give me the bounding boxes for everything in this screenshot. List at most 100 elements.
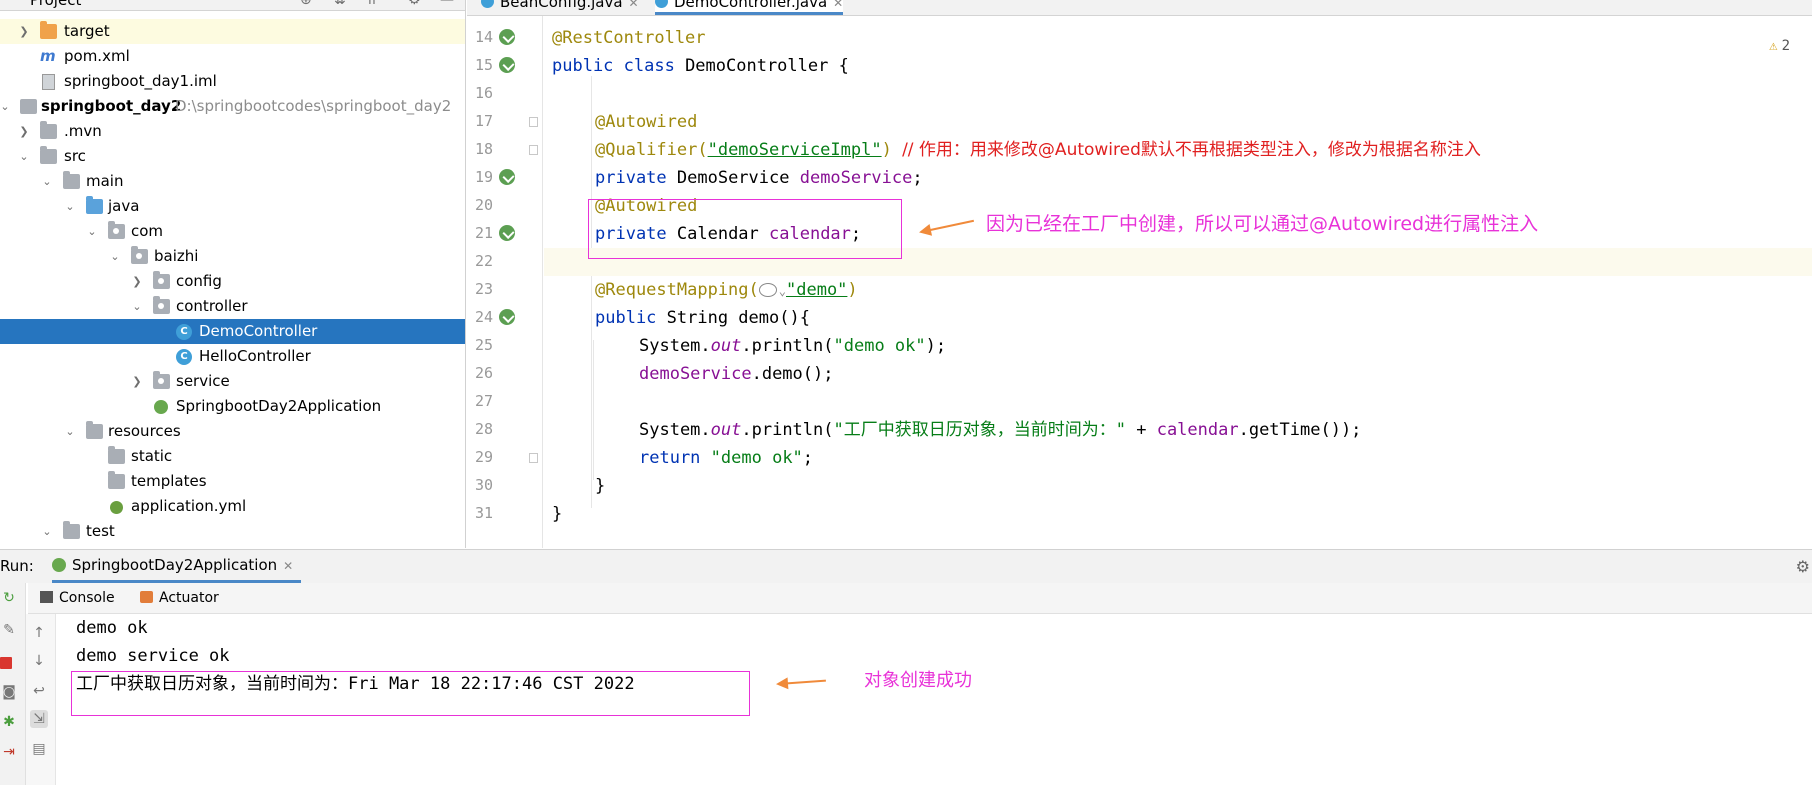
chevron-down-icon[interactable]: ⌄	[85, 219, 99, 244]
locate-icon[interactable]: ⊕	[300, 0, 312, 8]
warning-count[interactable]: 2	[1769, 38, 1790, 54]
tree-item-baizhi[interactable]: ⌄ baizhi	[0, 244, 465, 269]
tree-item-demo-controller[interactable]: C DemoController	[0, 319, 465, 344]
chevron-down-icon[interactable]: ⌄	[40, 519, 54, 544]
tree-item-label: target	[64, 22, 110, 40]
code-text: ;	[802, 448, 814, 468]
tree-item-config[interactable]: ❯ config	[0, 269, 465, 294]
tree-item-label: main	[86, 172, 124, 190]
annotation: @Autowired	[595, 112, 698, 132]
tree-item-iml[interactable]: springboot_day1.iml	[0, 69, 465, 94]
exit-icon[interactable]: ⇥	[0, 743, 18, 761]
tree-item-controller[interactable]: ⌄ controller	[0, 294, 465, 319]
tree-item-pom[interactable]: m pom.xml	[0, 44, 465, 69]
fold-marker-icon[interactable]	[529, 117, 538, 127]
spring-bean-gutter-icon[interactable]	[499, 309, 515, 325]
package-icon	[153, 296, 170, 314]
chevron-down-icon[interactable]: ⌄	[779, 284, 786, 298]
line-number: 24	[474, 308, 493, 326]
tree-item-mvn[interactable]: ❯ .mvn	[0, 119, 465, 144]
rerun-icon[interactable]: ↻	[0, 589, 18, 607]
close-icon[interactable]: ✕	[283, 559, 293, 573]
tab-democontroller[interactable]: DemoController.java ✕	[655, 0, 844, 15]
editor-tab-bar: BeanConfig.java ✕ DemoController.java ✕	[467, 0, 1812, 16]
tree-item-resources[interactable]: ⌄ resources	[0, 419, 465, 444]
fold-marker-icon[interactable]	[529, 145, 538, 155]
tree-item-main[interactable]: ⌄ main	[0, 169, 465, 194]
tree-item-com[interactable]: ⌄ com	[0, 219, 465, 244]
spring-bean-gutter-icon[interactable]	[499, 57, 515, 73]
chevron-right-icon[interactable]: ❯	[130, 269, 144, 294]
tab-console[interactable]: Console	[40, 588, 115, 608]
tree-item-templates[interactable]: templates	[0, 469, 465, 494]
tab-actuator[interactable]: Actuator	[140, 588, 219, 608]
tree-item-service[interactable]: ❯ service	[0, 369, 465, 394]
tree-item-static[interactable]: static	[0, 444, 465, 469]
debug-icon[interactable]: ✱	[0, 713, 18, 731]
annotation: @Qualifier(	[595, 140, 708, 160]
globe-icon[interactable]	[758, 283, 777, 297]
tree-item-java[interactable]: ⌄ java	[0, 194, 465, 219]
chevron-down-icon[interactable]: ⌄	[108, 244, 122, 269]
folder-icon	[63, 171, 80, 189]
tree-item-target[interactable]: ❯ target	[0, 19, 465, 44]
package-icon	[131, 246, 148, 264]
close-icon[interactable]: ✕	[629, 0, 639, 10]
chevron-down-icon[interactable]: ⌄	[17, 144, 31, 169]
tree-item-label: config	[176, 272, 222, 290]
tab-beanconfig[interactable]: BeanConfig.java ✕	[481, 0, 639, 15]
tree-item-hello-controller[interactable]: C HelloController	[0, 344, 465, 369]
hide-icon[interactable]: —	[440, 0, 454, 8]
keyword: public	[595, 308, 657, 328]
code-editor[interactable]: @RestController public class DemoControl…	[544, 16, 1812, 548]
spring-bean-gutter-icon[interactable]	[499, 225, 515, 241]
tree-item-test[interactable]: ⌄ test	[0, 519, 465, 544]
chevron-down-icon[interactable]: ⌄	[0, 94, 12, 119]
tab-label: Console	[59, 590, 115, 606]
project-header: Project ⊕ ⇊ ⇈ ⚙ —	[0, 0, 465, 11]
static-field: out	[710, 336, 742, 356]
fold-marker-icon[interactable]	[529, 453, 538, 463]
arrow-up-icon[interactable]: ↑	[30, 624, 48, 642]
chevron-down-icon[interactable]: ⌄	[63, 419, 77, 444]
gear-icon[interactable]: ⚙	[1796, 557, 1810, 576]
chevron-right-icon[interactable]: ❯	[17, 19, 31, 44]
project-title[interactable]: Project	[30, 0, 81, 9]
chevron-right-icon[interactable]: ❯	[17, 119, 31, 144]
field-name: demoService	[639, 364, 752, 384]
line-number: 23	[474, 280, 493, 298]
line-number: 19	[474, 168, 493, 186]
code-line-24: public String demo(){	[544, 304, 1812, 332]
tree-item-src[interactable]: ⌄ src	[0, 144, 465, 169]
code-line-29: return "demo ok";	[544, 444, 1812, 472]
spring-bean-gutter-icon[interactable]	[499, 169, 515, 185]
tree-item-application-yml[interactable]: application.yml	[0, 494, 465, 519]
wrench-icon[interactable]: ✎	[0, 621, 18, 639]
code-text: DemoService	[666, 168, 800, 188]
tree-item-label: service	[176, 372, 230, 390]
soft-wrap-icon[interactable]: ↩	[30, 682, 48, 700]
spring-bean-gutter-icon[interactable]	[499, 29, 515, 45]
scroll-to-end-icon[interactable]: ⇲	[30, 710, 48, 728]
close-icon[interactable]: ✕	[833, 0, 843, 10]
collapse-all-icon[interactable]: ⇈	[366, 0, 378, 8]
arrow-down-icon[interactable]: ↓	[30, 652, 48, 670]
expand-all-icon[interactable]: ⇊	[334, 0, 346, 8]
annotation-note: 对象创建成功	[864, 670, 972, 691]
gear-icon[interactable]: ⚙	[408, 0, 421, 8]
chevron-right-icon[interactable]: ❯	[130, 369, 144, 394]
chevron-down-icon[interactable]: ⌄	[130, 294, 144, 319]
maven-icon: m	[40, 47, 56, 65]
run-config-tab[interactable]: SpringbootDay2Application ✕	[52, 550, 302, 583]
tree-item-application-class[interactable]: SpringbootDay2Application	[0, 394, 465, 419]
chevron-down-icon[interactable]: ⌄	[63, 194, 77, 219]
iml-file-icon	[42, 74, 55, 90]
camera-icon[interactable]: ◙	[0, 683, 18, 701]
tree-item-module[interactable]: ⌄ springboot_day2 D:\springbootcodes\spr…	[0, 94, 465, 119]
stop-icon[interactable]	[0, 657, 12, 669]
line-number: 17	[474, 112, 493, 130]
console-icon	[40, 591, 53, 603]
field-name: demoService	[799, 168, 913, 188]
chevron-down-icon[interactable]: ⌄	[40, 169, 54, 194]
print-icon[interactable]: ▤	[30, 740, 48, 758]
